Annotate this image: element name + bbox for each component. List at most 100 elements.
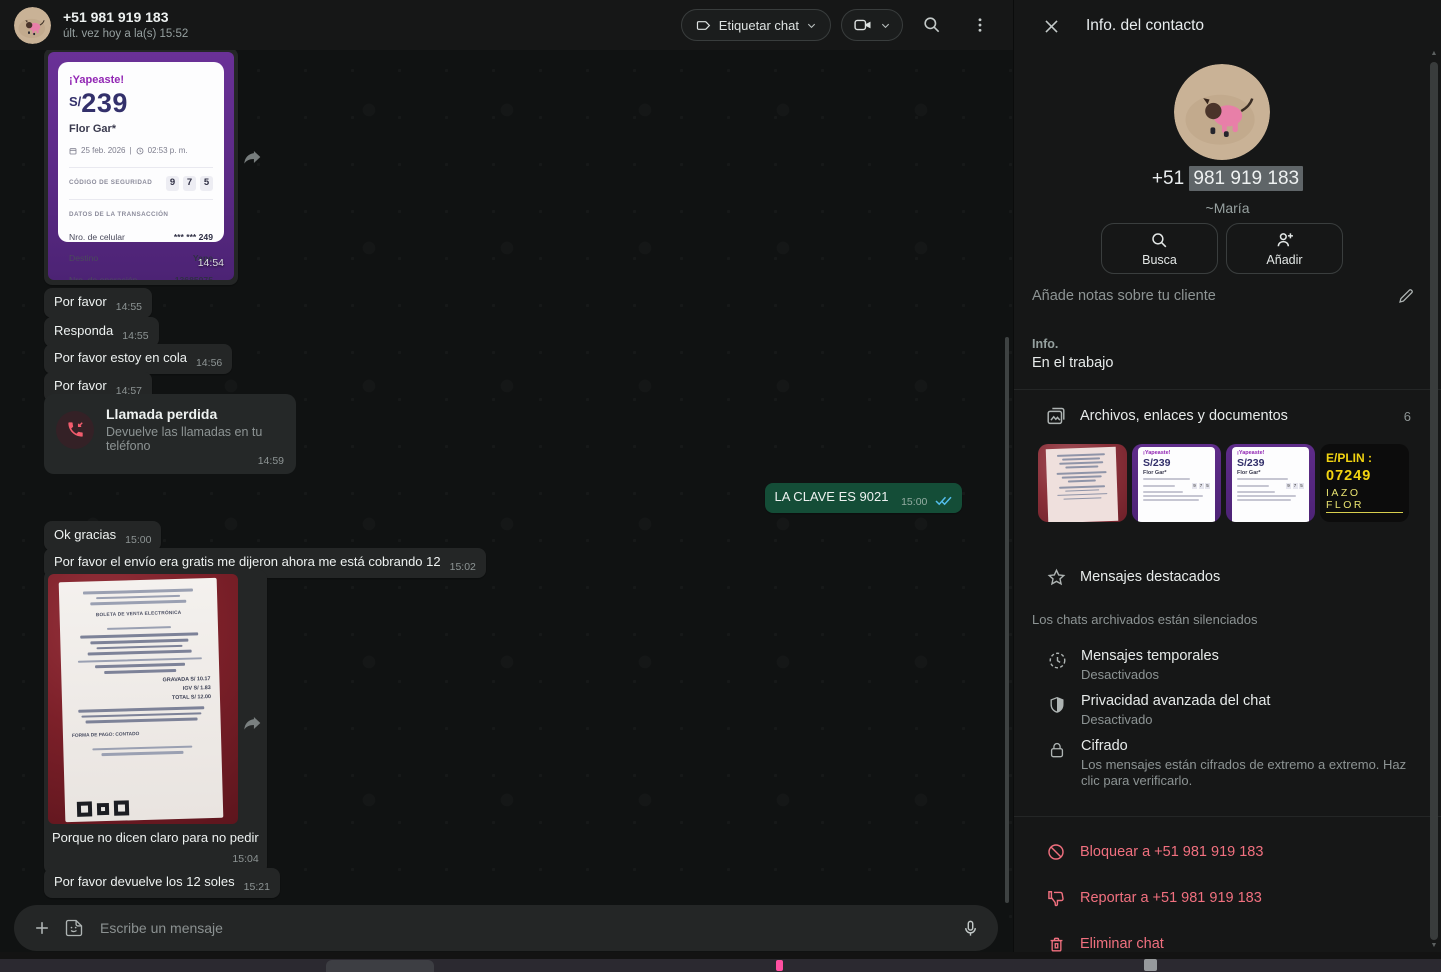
missed-call-message[interactable]: Llamada perdida Devuelve las llamadas en… (44, 394, 296, 474)
block-icon (1044, 842, 1068, 862)
message-bubble-outgoing[interactable]: LA CLAVE ES 9021 15:00 (765, 483, 962, 513)
media-files-row[interactable]: Archivos, enlaces y documentos 6 (1014, 400, 1441, 432)
person-add-icon (1275, 230, 1295, 250)
block-contact-row[interactable]: Bloquear a +51 981 919 183 (1014, 838, 1441, 866)
media-files-count: 6 (1404, 409, 1411, 424)
receipt-totals: GRAVADA S/ 10.17 IGV S/ 1.83 TOTAL S/ 12… (70, 675, 211, 706)
message-composer (14, 905, 998, 951)
clock-icon (136, 147, 144, 155)
chat-title: +51 981 919 183 (63, 9, 188, 26)
search-contact-button[interactable]: Busca (1101, 223, 1218, 274)
panel-title: Info. del contacto (1086, 17, 1204, 35)
close-panel-button[interactable] (1038, 13, 1064, 39)
panel-scrollbar[interactable] (1430, 62, 1438, 940)
message-time: 15:04 (48, 847, 263, 869)
forward-arrow-icon (242, 712, 264, 734)
lock-icon (1045, 738, 1069, 789)
starred-messages-label: Mensajes destacados (1080, 569, 1220, 585)
star-icon (1044, 567, 1068, 588)
emoji-sticker-button[interactable] (60, 914, 88, 942)
yape-datetime: 25 feb. 2026 | 02:53 p. m. (69, 142, 213, 160)
contact-about: En el trabajo (1032, 355, 1113, 371)
media-thumbnail-yape[interactable]: ¡Yapeaste! S/239 Flor Gar* 975 (1226, 444, 1315, 522)
forward-message-button[interactable] (240, 144, 266, 170)
contact-profile-photo[interactable] (1174, 64, 1270, 160)
missed-call-title: Llamada perdida (106, 406, 284, 422)
contact-avatar[interactable] (14, 7, 51, 44)
advanced-chat-privacy-row[interactable]: Privacidad avanzada del chat Desactivado (1014, 693, 1441, 728)
divider (1014, 389, 1441, 390)
panel-scrollbar-up-arrow[interactable]: ▲ (1430, 50, 1438, 58)
voice-message-button[interactable] (956, 914, 984, 942)
media-thumbnail-yape[interactable]: ¡Yapeaste! S/239 Flor Gar* 975 (1132, 444, 1221, 522)
client-notes-field[interactable]: Añade notas sobre tu cliente (1032, 288, 1216, 304)
documents-icon (1044, 405, 1068, 427)
yape-header: ¡Yapeaste! (69, 71, 213, 89)
missed-call-subtitle: Devuelve las llamadas en tu teléfono (106, 425, 284, 453)
video-camera-icon (853, 15, 873, 35)
report-contact-row[interactable]: Reportar a +51 981 919 183 (1014, 884, 1441, 912)
media-thumbnails: ¡Yapeaste! S/239 Flor Gar* 975 ¡Yapeaste… (1038, 444, 1409, 522)
chat-toolbar: Etiquetar chat (681, 7, 999, 43)
message-bubble[interactable]: Ok gracias15:00 (44, 521, 161, 551)
label-icon (695, 17, 712, 34)
divider (1014, 816, 1441, 817)
thumbs-down-icon (1044, 888, 1068, 908)
search-in-chat-button[interactable] (913, 7, 951, 43)
read-receipt-double-check-icon (935, 495, 952, 506)
message-bubble[interactable]: Por favor devuelve los 12 soles15:21 (44, 868, 280, 898)
encryption-row[interactable]: Cifrado Los mensajes están cifrados de e… (1014, 738, 1441, 789)
trash-icon (1044, 935, 1068, 953)
sticker-icon (64, 918, 84, 938)
taskbar-gray-icon (1144, 959, 1157, 971)
microphone-icon (961, 919, 980, 938)
search-icon (922, 15, 942, 35)
video-call-button[interactable] (841, 9, 903, 41)
yape-security-code: 9 7 5 (166, 176, 213, 191)
message-time: 14:59 (258, 455, 284, 467)
message-yape-image[interactable]: ¡Yapeaste! S/239 Flor Gar* 25 feb. 2026 … (44, 48, 238, 285)
yape-amount: S/239 (69, 93, 213, 117)
message-bubble[interactable]: Responda14:55 (44, 317, 159, 347)
disappearing-messages-row[interactable]: Mensajes temporales Desactivados (1014, 648, 1441, 683)
contact-alias: ~María (1014, 200, 1441, 216)
media-thumbnail-receipt[interactable] (1038, 444, 1127, 522)
archived-chats-note: Los chats archivados están silenciados (1032, 612, 1257, 627)
last-seen: últ. vez hoy a la(s) 15:52 (63, 28, 188, 42)
message-receipt-photo[interactable]: BOLETA DE VENTA ELECTRÓNICA GRAVADA S/ 1… (44, 570, 267, 874)
add-contact-button[interactable]: Añadir (1226, 223, 1343, 274)
dog-avatar-image (14, 7, 51, 44)
whatsapp-window: +51 981 919 183 últ. vez hoy a la(s) 15:… (0, 0, 1441, 972)
close-icon (1042, 17, 1061, 36)
attach-button[interactable] (28, 914, 56, 942)
delete-chat-row[interactable]: Eliminar chat (1014, 930, 1441, 952)
message-bubble[interactable]: Por favor14:55 (44, 288, 152, 318)
yape-receipt-image: ¡Yapeaste! S/239 Flor Gar* 25 feb. 2026 … (48, 52, 234, 280)
starred-messages-row[interactable]: Mensajes destacados (1014, 562, 1441, 592)
yape-tx-label: DATOS DE LA TRANSACCIÓN (69, 206, 213, 224)
message-input[interactable] (100, 920, 956, 936)
info-section-label: Info. (1032, 337, 1058, 351)
pencil-icon (1397, 287, 1415, 305)
dog-avatar-image (1174, 64, 1270, 160)
forward-message-button[interactable] (240, 710, 266, 736)
media-thumbnail-plin[interactable]: E/PLIN : 07249 IAZO FLOR (1320, 444, 1409, 522)
panel-scrollbar-down-arrow[interactable]: ▼ (1430, 942, 1438, 950)
bottom-window-edge (0, 952, 1441, 972)
receipt-footer: FORMA DE PAGO: CONTADO (72, 724, 212, 746)
image-caption: Porque no dicen claro para no pedir (48, 824, 263, 847)
yape-code-label: CÓDIGO DE SEGURIDAD (69, 174, 152, 192)
contact-phone-number: +51 981 919 183 (1014, 168, 1441, 190)
background-window-tab (326, 960, 434, 972)
kebab-menu-icon (971, 16, 989, 34)
yape-recipient: Flor Gar* (69, 120, 213, 138)
edit-notes-button[interactable] (1397, 287, 1415, 305)
label-chat-button[interactable]: Etiquetar chat (681, 9, 831, 41)
media-files-label: Archivos, enlaces y documentos (1080, 408, 1288, 424)
chat-scrollbar[interactable] (1005, 337, 1009, 903)
message-bubble[interactable]: Por favor estoy en cola14:56 (44, 344, 232, 374)
yape-row-dest: DestinoYape (69, 249, 213, 267)
contact-header-info[interactable]: +51 981 919 183 últ. vez hoy a la(s) 15:… (63, 9, 188, 42)
chat-menu-button[interactable] (961, 7, 999, 43)
contact-info-panel: Info. del contacto +51 981 919 183 ~Marí… (1013, 0, 1441, 952)
